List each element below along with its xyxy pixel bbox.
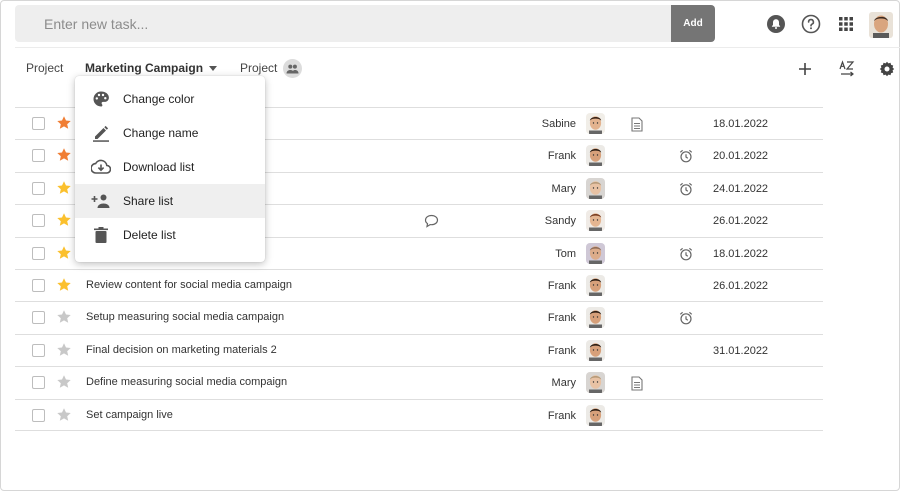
task-assignee: Mary [551,377,576,390]
task-assignee: Tom [555,247,576,260]
star-icon[interactable] [56,147,72,163]
task-assignee: Mary [551,182,576,195]
task-assignee: Frank [547,312,576,325]
notifications-icon[interactable] [765,13,787,35]
assignee-avatar[interactable] [586,307,605,329]
current-project-label: Marketing Campaign [85,61,204,75]
settings-gear-icon[interactable] [878,60,896,78]
top-divider [15,47,900,48]
task-assignee: Frank [547,344,576,357]
task-checkbox[interactable] [32,376,45,390]
menu-item-label: Delete list [123,228,176,242]
current-project-dropdown[interactable]: Marketing Campaign [85,61,218,75]
star-icon[interactable] [56,115,72,131]
assignee-avatar[interactable] [586,339,605,361]
cloud-download-icon [91,157,111,177]
task-checkbox[interactable] [32,311,45,325]
person-add-icon [91,191,111,211]
task-due-date[interactable]: 24.01.2022 [713,183,768,195]
pencil-icon [91,123,111,143]
task-row[interactable]: Setup measuring social media campaign Fra… [15,301,823,333]
task-assignee: Frank [547,279,576,292]
task-title[interactable]: Set campaign live [86,409,173,421]
new-task-input[interactable] [15,5,672,42]
trash-icon [91,225,111,245]
apps-grid-icon[interactable] [835,13,857,35]
task-due-date[interactable]: 26.01.2022 [713,280,768,292]
project-crumb-right[interactable]: Project [240,61,277,75]
assignee-avatar[interactable] [586,242,605,264]
assignee-avatar[interactable] [586,210,605,232]
task-row[interactable]: Final decision on marketing materials 2 F… [15,333,823,366]
star-icon[interactable] [56,180,72,196]
menu-item-label: Change name [123,126,199,140]
menu-item-delete-list[interactable]: Delete list [75,218,265,252]
note-icon[interactable] [630,376,644,391]
task-row[interactable]: Set campaign live Frank [15,398,823,431]
task-due-date[interactable]: 18.01.2022 [713,248,768,260]
assignee-avatar[interactable] [586,274,605,296]
star-icon[interactable] [56,374,72,390]
star-icon[interactable] [56,407,72,423]
task-row[interactable]: Define measuring social media compaign Ma… [15,366,823,398]
task-checkbox[interactable] [32,246,45,260]
task-due-date[interactable]: 20.01.2022 [713,150,768,162]
assignee-avatar[interactable] [586,372,605,394]
star-icon[interactable] [56,212,72,228]
task-row[interactable]: Review content for social media campaign… [15,268,823,301]
menu-item-label: Change color [123,92,195,106]
add-icon[interactable] [796,60,814,78]
task-checkbox[interactable] [32,343,45,357]
task-due-date[interactable]: 18.01.2022 [713,118,768,130]
help-icon[interactable] [800,13,822,35]
project-crumb-left[interactable]: Project [26,61,63,75]
star-icon[interactable] [56,342,72,358]
task-title[interactable]: Review content for social media campaign [86,279,292,291]
menu-item-label: Share list [123,194,174,208]
project-options-menu: Change color Change name Download list S… [75,76,265,262]
star-icon[interactable] [56,245,72,261]
sort-az-icon[interactable] [838,60,856,78]
task-due-date[interactable]: 26.01.2022 [713,215,768,227]
task-title[interactable]: Final decision on marketing materials 2 [86,344,277,356]
assignee-avatar[interactable] [586,113,605,134]
comment-icon[interactable] [424,214,439,228]
task-checkbox[interactable] [32,117,45,130]
task-checkbox[interactable] [32,181,45,195]
note-icon[interactable] [630,117,644,132]
assignee-avatar[interactable] [586,404,605,426]
menu-item-label: Download list [123,160,195,174]
task-assignee: Sandy [544,215,576,228]
shared-people-icon[interactable] [283,59,302,78]
task-checkbox[interactable] [32,278,45,292]
menu-item-change-name[interactable]: Change name [75,116,265,150]
star-icon[interactable] [56,309,72,325]
assignee-avatar[interactable] [586,177,605,199]
task-checkbox[interactable] [32,214,45,228]
assignee-avatar[interactable] [586,145,605,167]
task-checkbox[interactable] [32,149,45,163]
alarm-icon[interactable] [679,182,693,196]
task-title[interactable]: Define measuring social media compaign [86,376,287,388]
palette-icon [91,89,111,109]
alarm-icon[interactable] [679,311,693,325]
star-icon[interactable] [56,277,72,293]
task-checkbox[interactable] [32,408,45,422]
menu-item-download-list[interactable]: Download list [75,150,265,184]
chevron-down-icon [209,66,218,72]
task-assignee: Frank [547,409,576,422]
alarm-icon[interactable] [679,149,693,163]
task-assignee: Frank [547,150,576,163]
task-due-date[interactable]: 31.01.2022 [713,345,768,357]
add-task-button[interactable]: Add [671,5,715,42]
task-title[interactable]: Setup measuring social media campaign [86,311,284,323]
menu-item-share-list[interactable]: Share list [75,184,265,218]
task-assignee: Sabine [541,118,576,130]
menu-item-change-color[interactable]: Change color [75,82,265,116]
alarm-icon[interactable] [679,247,693,261]
user-avatar[interactable] [869,12,893,38]
